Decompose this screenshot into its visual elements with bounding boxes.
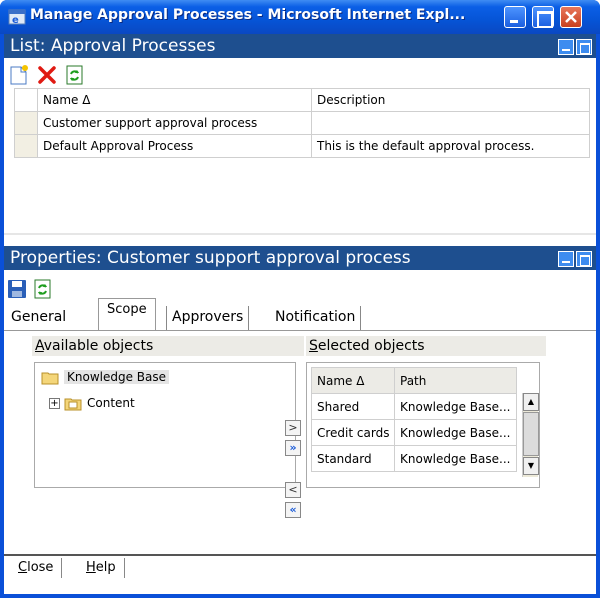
- new-icon[interactable]: [8, 64, 30, 86]
- properties-tabs: General Scope Approvers Notification: [11, 298, 596, 330]
- table-row[interactable]: Customer support approval process: [14, 111, 590, 135]
- svg-text:e: e: [12, 15, 19, 26]
- selected-header-row: Name Δ Path: [311, 367, 517, 394]
- table-row[interactable]: Standard Knowledge Base...: [311, 445, 517, 472]
- column-header-name[interactable]: Name Δ: [37, 88, 312, 112]
- remove-button[interactable]: <: [285, 482, 301, 498]
- cell-path[interactable]: Knowledge Base...: [394, 445, 517, 472]
- cell-name[interactable]: Shared: [311, 393, 395, 420]
- tree-item-knowledge-base[interactable]: Knowledge Base: [41, 367, 169, 387]
- list-empty-area: [4, 199, 596, 235]
- tab-scope[interactable]: Scope: [98, 298, 156, 330]
- available-objects-label: Available objects: [32, 336, 304, 356]
- tree-item-content[interactable]: + Content: [49, 393, 135, 413]
- properties-toolbar: [4, 274, 596, 304]
- list-panel-title: List: Approval Processes: [10, 36, 216, 56]
- cell-name[interactable]: Credit cards: [311, 419, 395, 446]
- expand-icon[interactable]: +: [49, 398, 60, 409]
- maximize-button[interactable]: [532, 6, 554, 28]
- column-header-name[interactable]: Name Δ: [311, 367, 395, 394]
- browser-window: e Manage Approval Processes - Microsoft …: [0, 0, 600, 598]
- vertical-scrollbar[interactable]: ▲ ▼: [522, 393, 539, 477]
- list-panel-maximize-button[interactable]: [576, 39, 592, 55]
- tab-general[interactable]: General: [6, 306, 71, 330]
- cell-name[interactable]: Default Approval Process: [37, 134, 312, 158]
- add-button[interactable]: >: [285, 420, 301, 436]
- grid-header-row: Name Δ Description: [14, 88, 590, 112]
- client-area: List: Approval Processes Name Δ Descript…: [4, 34, 596, 594]
- tab-notification[interactable]: Notification: [270, 306, 362, 330]
- remove-all-button[interactable]: «: [285, 502, 301, 518]
- add-all-button[interactable]: »: [285, 440, 301, 456]
- minimize-button[interactable]: [504, 6, 526, 28]
- title-bar[interactable]: e Manage Approval Processes - Microsoft …: [0, 0, 600, 34]
- table-row[interactable]: Shared Knowledge Base...: [311, 393, 517, 420]
- selected-objects-table: Name Δ Path Shared Knowledge Base... Cre…: [311, 367, 517, 472]
- cell-description[interactable]: [311, 111, 590, 135]
- help-link[interactable]: Help: [78, 558, 125, 578]
- row-selector[interactable]: [14, 134, 38, 158]
- window-title: Manage Approval Processes - Microsoft In…: [30, 7, 466, 23]
- footer-bar: Close Help: [4, 556, 596, 582]
- selected-objects-label: Selected objects: [306, 336, 546, 356]
- ie-icon: e: [8, 9, 26, 26]
- folder-icon: [41, 372, 59, 384]
- scroll-up-button[interactable]: ▲: [523, 393, 539, 411]
- list-panel-header: List: Approval Processes: [4, 34, 596, 58]
- selected-objects-list: Name Δ Path Shared Knowledge Base... Cre…: [306, 362, 540, 488]
- table-row[interactable]: Default Approval Process This is the def…: [14, 134, 590, 158]
- cell-path[interactable]: Knowledge Base...: [394, 393, 517, 420]
- table-row[interactable]: Credit cards Knowledge Base...: [311, 419, 517, 446]
- close-window-button[interactable]: [560, 6, 582, 28]
- approval-processes-grid: Name Δ Description Customer support appr…: [14, 88, 590, 158]
- refresh-icon[interactable]: [64, 64, 86, 86]
- folder-icon: [64, 398, 82, 410]
- properties-panel-minimize-button[interactable]: [558, 251, 574, 267]
- scroll-thumb[interactable]: [523, 412, 539, 456]
- scroll-down-button[interactable]: ▼: [523, 457, 539, 475]
- row-selector-header: [14, 88, 38, 112]
- properties-panel-maximize-button[interactable]: [576, 251, 592, 267]
- column-header-path[interactable]: Path: [394, 367, 517, 394]
- list-toolbar: [4, 60, 596, 90]
- tab-approvers[interactable]: Approvers: [166, 306, 250, 330]
- properties-panel-title: Properties: Customer support approval pr…: [10, 248, 411, 268]
- list-panel-minimize-button[interactable]: [558, 39, 574, 55]
- close-icon: [565, 11, 577, 23]
- column-header-description[interactable]: Description: [311, 88, 590, 112]
- available-objects-tree: Knowledge Base + Content: [34, 362, 296, 488]
- cell-description[interactable]: This is the default approval process.: [311, 134, 590, 158]
- cell-name[interactable]: Standard: [311, 445, 395, 472]
- delete-icon[interactable]: [36, 64, 58, 86]
- close-link[interactable]: Close: [10, 558, 63, 578]
- save-icon[interactable]: [6, 278, 28, 300]
- properties-panel-header: Properties: Customer support approval pr…: [4, 246, 596, 270]
- cell-name[interactable]: Customer support approval process: [37, 111, 312, 135]
- tab-divider: [4, 330, 596, 331]
- refresh-icon[interactable]: [32, 278, 54, 300]
- row-selector[interactable]: [14, 111, 38, 135]
- cell-path[interactable]: Knowledge Base...: [394, 419, 517, 446]
